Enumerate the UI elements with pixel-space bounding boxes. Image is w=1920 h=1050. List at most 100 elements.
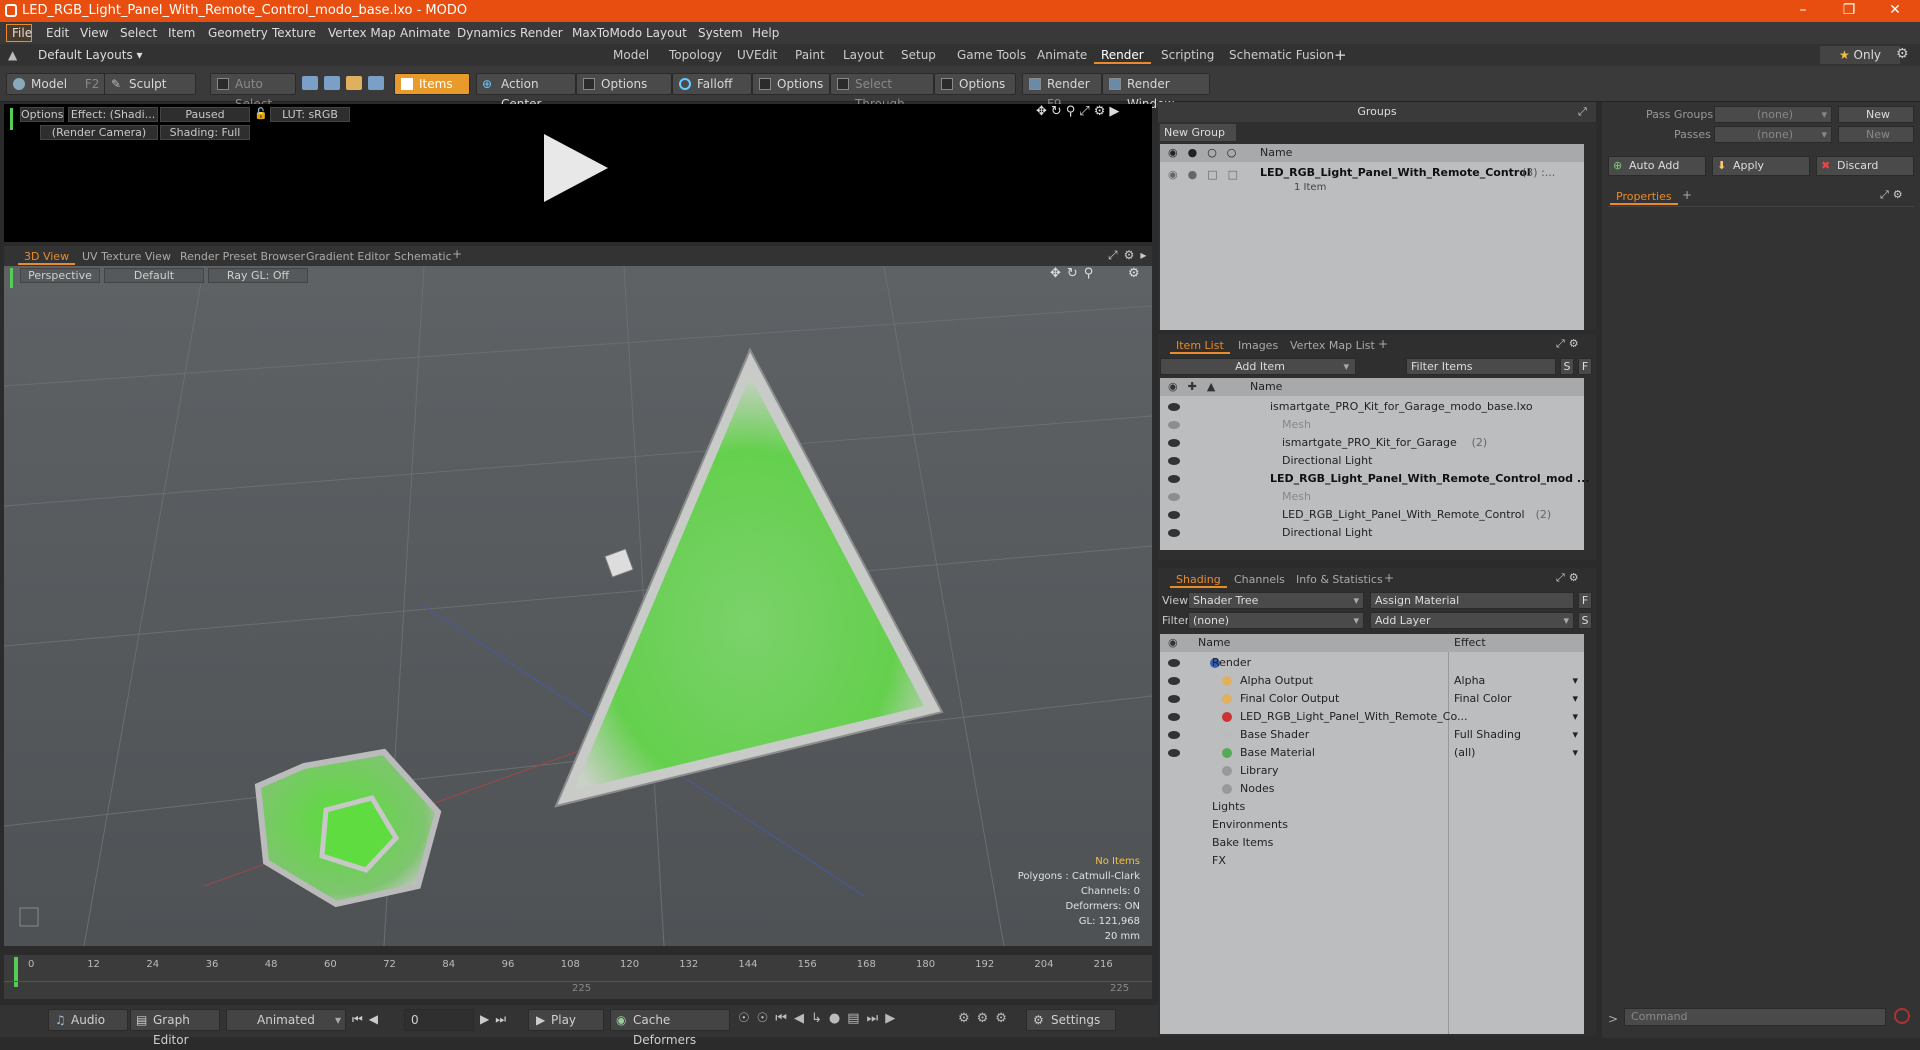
menu-select[interactable]: Select xyxy=(120,26,157,40)
add-shading-tab-icon[interactable]: + xyxy=(1384,571,1394,585)
gear-icon[interactable]: ⚙ xyxy=(1896,46,1909,62)
pass-groups-dropdown[interactable]: (none) ▾ xyxy=(1714,106,1832,123)
command-stop-icon[interactable] xyxy=(1894,1008,1910,1024)
shader-effect-dropdown[interactable]: Final Color ▾ xyxy=(1454,692,1582,705)
dodecahedron-light[interactable] xyxy=(254,748,442,908)
shader-effect-dropdown[interactable]: (all) ▾ xyxy=(1454,746,1582,759)
selection-mode-icons[interactable] xyxy=(302,76,392,92)
properties-expand-gear[interactable]: ⤢⚙ xyxy=(1880,188,1907,202)
assign-material-button[interactable]: Assign Material xyxy=(1370,592,1574,609)
lut-dropdown[interactable]: LUT: sRGB xyxy=(270,107,350,122)
new-group-button[interactable]: New Group xyxy=(1160,124,1236,141)
cache-deformers-button[interactable]: ◉ Cache Deformers xyxy=(610,1009,730,1047)
shader-tree-row[interactable]: LED_RGB_Light_Panel_With_Remote_Co... ▾ xyxy=(1160,708,1584,726)
menu-maxtomodo[interactable]: MaxToModo xyxy=(572,26,642,40)
shader-tree-row[interactable]: Alpha Output Alpha ▾ xyxy=(1160,672,1584,690)
tab-gradient-editor[interactable]: Gradient Editor xyxy=(300,248,396,265)
tab-properties[interactable]: Properties xyxy=(1610,188,1678,205)
new-pass-group-button[interactable]: New xyxy=(1838,106,1914,123)
animated-dropdown[interactable]: Animated ▾ xyxy=(226,1009,346,1031)
auto-select-button[interactable]: Auto Select xyxy=(210,73,296,111)
menu-vertex-map[interactable]: Vertex Map xyxy=(328,26,396,40)
item-list-row[interactable]: Directional Light xyxy=(1160,452,1584,470)
shader-tree-row[interactable]: Library xyxy=(1160,762,1584,780)
tab-schematic-fusion[interactable]: Schematic Fusion xyxy=(1222,46,1341,64)
shading-s-button[interactable]: S xyxy=(1578,612,1592,629)
sculpt-mode-button[interactable]: ✎ Sculpt xyxy=(104,73,196,95)
visibility-eye-icon[interactable] xyxy=(1168,421,1180,429)
tab-animate[interactable]: Animate xyxy=(1030,46,1094,64)
tab-scripting[interactable]: Scripting xyxy=(1154,46,1221,64)
shader-effect-dropdown[interactable]: Alpha ▾ xyxy=(1454,674,1582,687)
view-dropdown[interactable]: Shader Tree ▾ xyxy=(1188,592,1364,609)
filter-dropdown[interactable]: (none) ▾ xyxy=(1188,612,1364,629)
visibility-eye-icon[interactable] xyxy=(1168,731,1180,739)
tab-shading[interactable]: Shading xyxy=(1170,571,1227,588)
add-list-tab-icon[interactable]: + xyxy=(1378,337,1388,351)
tab-paint[interactable]: Paint xyxy=(788,46,832,64)
shader-tree-row[interactable]: Nodes xyxy=(1160,780,1584,798)
triangle-light-panel[interactable] xyxy=(554,347,944,808)
new-pass-button[interactable]: New xyxy=(1838,126,1914,143)
shading-dropdown[interactable]: Shading: Full xyxy=(160,125,250,140)
visibility-eye-icon[interactable] xyxy=(1168,457,1180,465)
add-view-tab-icon[interactable]: + xyxy=(452,247,462,261)
lock-icon[interactable]: 🔓 xyxy=(254,107,268,120)
menu-geometry[interactable]: Geometry xyxy=(208,26,268,40)
tab-images[interactable]: Images xyxy=(1232,337,1284,354)
view-expand-gear-icons[interactable]: ⤢⚙▸ xyxy=(1108,248,1152,263)
effect-dropdown[interactable]: Effect: (Shadi... xyxy=(68,107,158,122)
tab-uv-texture-view[interactable]: UV Texture View xyxy=(76,248,177,265)
falloff-button[interactable]: Falloff xyxy=(672,73,752,95)
shader-tree-row[interactable]: Lights xyxy=(1160,798,1584,816)
discard-button[interactable]: ✖ Discard xyxy=(1816,156,1914,176)
paused-button[interactable]: Paused xyxy=(160,107,250,122)
shader-tree-row[interactable]: Base Shader Full Shading ▾ xyxy=(1160,726,1584,744)
menu-help[interactable]: Help xyxy=(752,26,779,40)
edges-mode-icon[interactable] xyxy=(324,76,340,90)
render-button[interactable]: Render F9 xyxy=(1022,73,1102,111)
filter-s-button[interactable]: S xyxy=(1560,358,1574,375)
tab-setup[interactable]: Setup xyxy=(894,46,943,64)
shader-tree-row[interactable]: Final Color Output Final Color ▾ xyxy=(1160,690,1584,708)
filter-f-button[interactable]: F xyxy=(1578,358,1592,375)
menu-edit[interactable]: Edit xyxy=(46,26,69,40)
apply-button[interactable]: ⬇ Apply xyxy=(1712,156,1810,176)
tab-game-tools[interactable]: Game Tools xyxy=(950,46,1033,64)
visibility-eye-icon[interactable] xyxy=(1168,529,1180,537)
viewport-gear-icon[interactable]: ⚙ xyxy=(1128,266,1140,281)
audio-button[interactable]: ♫ Audio xyxy=(48,1009,128,1031)
shader-tree[interactable]: ◉ Name Effect Render Alpha Output Alpha ▾ Fi… xyxy=(1160,634,1584,1034)
only-toggle[interactable]: ★ Only xyxy=(1820,46,1900,64)
next-key-buttons[interactable]: ▶⏭ xyxy=(480,1012,512,1027)
tab-render-preset-browser[interactable]: Render Preset Browser xyxy=(174,248,311,265)
tab-model[interactable]: Model xyxy=(606,46,656,64)
shader-effect-dropdown[interactable]: Full Shading ▾ xyxy=(1454,728,1582,741)
add-item-dropdown[interactable]: Add Item ▾ xyxy=(1160,358,1356,375)
options-button-3[interactable]: Options xyxy=(934,73,1016,95)
groups-list[interactable]: Name ◉●○○ ◉●□□ LED_RGB_Light_Panel_With_… xyxy=(1160,144,1584,330)
minimize-button[interactable]: – xyxy=(1780,0,1826,22)
item-list-row[interactable]: Directional Light xyxy=(1160,524,1584,542)
tab-item-list[interactable]: Item List xyxy=(1170,337,1230,354)
item-list-row[interactable]: ismartgate_PRO_Kit_for_Garage (2) xyxy=(1160,434,1584,452)
play-button[interactable]: ▶ Play xyxy=(528,1009,604,1031)
command-input[interactable]: Command xyxy=(1624,1008,1886,1026)
materials-mode-icon[interactable] xyxy=(368,76,384,90)
visibility-eye-icon[interactable] xyxy=(1168,659,1180,667)
visibility-eye-icon[interactable] xyxy=(1168,677,1180,685)
shader-tree-row[interactable]: Render xyxy=(1160,654,1584,672)
action-center-button[interactable]: ⊕Action Center xyxy=(476,73,576,111)
tab-schematic[interactable]: Schematic xyxy=(388,248,458,265)
shading-expand-gear[interactable]: ⤢⚙ xyxy=(1556,571,1583,585)
shader-tree-row[interactable]: Base Material (all) ▾ xyxy=(1160,744,1584,762)
visibility-eye-icon[interactable] xyxy=(1168,695,1180,703)
visibility-eye-icon[interactable] xyxy=(1168,439,1180,447)
viewport-nav-icons[interactable]: ✥↻⚲ xyxy=(1050,266,1099,281)
item-list-row[interactable]: ismartgate_PRO_Kit_for_Garage_modo_base.… xyxy=(1160,398,1584,416)
maximize-button[interactable]: ❐ xyxy=(1826,0,1872,22)
key-tool-icons[interactable]: ☉☉⏮◀↳●▤⏭▶ xyxy=(738,1011,902,1026)
model-mode-button[interactable]: Model F2 xyxy=(6,73,106,95)
shader-tree-row[interactable]: FX xyxy=(1160,852,1584,870)
perspective-dropdown[interactable]: Perspective xyxy=(20,268,100,283)
